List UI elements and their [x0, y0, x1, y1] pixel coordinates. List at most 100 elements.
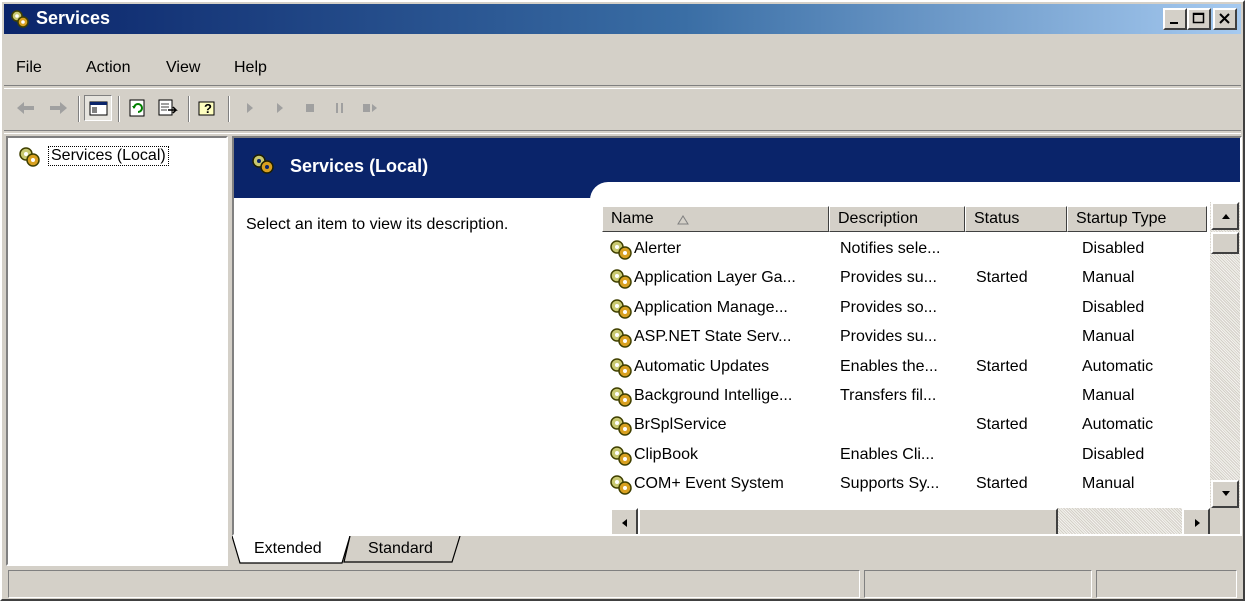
- back-button[interactable]: [12, 95, 40, 121]
- cell-name: Background Intellige...: [634, 387, 793, 404]
- toolbar-divider: [4, 130, 1241, 134]
- cell-description: Transfers fil...: [840, 387, 937, 404]
- toolbar: ?: [4, 90, 1241, 128]
- pause-service-button[interactable]: [326, 95, 354, 121]
- minimize-button[interactable]: [1163, 8, 1187, 30]
- cell-name: Alerter: [634, 240, 682, 257]
- start-service-icon: [247, 103, 253, 113]
- restart-service-icon: [363, 104, 377, 112]
- cell-startup-type: Automatic: [1082, 357, 1154, 375]
- tab-extended[interactable]: Extended: [240, 536, 340, 563]
- horizontal-scroll-thumb[interactable]: [638, 508, 1058, 534]
- menu-action[interactable]: Action: [86, 59, 130, 77]
- toolbar-separator: [188, 96, 190, 122]
- menu-view[interactable]: View: [166, 59, 200, 77]
- restart-service-button[interactable]: [356, 95, 384, 121]
- export-list-icon: [158, 99, 178, 116]
- start-service-button[interactable]: [266, 95, 294, 121]
- toolbar-separator: [78, 96, 80, 122]
- arrow-up-icon: [1222, 214, 1230, 219]
- toolbar-separator: [118, 96, 120, 122]
- service-row[interactable]: Automatic Updates Enables the... Started Au…: [602, 354, 1210, 383]
- forward-arrow-icon: [50, 102, 67, 114]
- cell-description: Enables Cli...: [840, 445, 935, 463]
- scroll-right-button[interactable]: [1182, 508, 1210, 534]
- menu-file[interactable]: File: [16, 59, 42, 77]
- refresh-icon: [129, 99, 145, 117]
- status-panel: [864, 570, 1092, 598]
- service-row[interactable]: Background Intellige... Transfers fil... M…: [602, 383, 1210, 412]
- pause-service-icon: [336, 103, 343, 113]
- service-gears-icon: [608, 268, 636, 295]
- stop-service-button[interactable]: [296, 95, 324, 121]
- column-header-name[interactable]: Name: [602, 206, 829, 232]
- help-button[interactable]: ?: [194, 95, 222, 121]
- vertical-scrollbar[interactable]: [1210, 202, 1240, 508]
- cell-startup-type: Manual: [1082, 475, 1135, 493]
- vertical-scroll-thumb[interactable]: [1211, 232, 1239, 254]
- gears-icon: [10, 9, 30, 29]
- tree-item-label: Services (Local): [48, 146, 169, 166]
- export-list-button[interactable]: [154, 95, 182, 121]
- title-bar[interactable]: Services: [4, 4, 1241, 34]
- service-row[interactable]: BrSplService Started Automatic: [602, 412, 1210, 441]
- start-service-icon: [277, 103, 283, 113]
- cell-startup-type: Disabled: [1082, 298, 1145, 316]
- show-hide-console-tree-button[interactable]: [84, 95, 112, 121]
- back-arrow-icon: [17, 102, 34, 114]
- service-row[interactable]: COM+ Event System Supports Sy... Started Ma…: [602, 471, 1210, 500]
- column-header-description[interactable]: Description: [829, 206, 965, 232]
- arrow-left-icon: [622, 519, 627, 527]
- service-gears-icon: [608, 386, 636, 413]
- cell-name: COM+ Event System: [634, 475, 784, 493]
- window-title: Services: [36, 8, 111, 28]
- service-row[interactable]: ASP.NET State Serv... Provides su... Manua…: [602, 324, 1210, 353]
- view-tabs: Extended Standard: [232, 536, 1242, 566]
- details-pane: Services (Local) Select an item to view …: [232, 136, 1242, 536]
- stop-service-icon: [306, 104, 314, 112]
- services-window: Services File Action View Help ? Service…: [0, 0, 1245, 601]
- description-prompt: Select an item to view its description.: [246, 216, 509, 233]
- scroll-left-button[interactable]: [610, 508, 638, 534]
- column-header-status[interactable]: Status: [965, 206, 1067, 232]
- cell-status: Started: [976, 416, 1028, 434]
- column-label: Description: [838, 210, 919, 227]
- tab-label: Standard: [368, 540, 433, 557]
- service-gears-icon: [608, 445, 636, 472]
- forward-button[interactable]: [44, 95, 72, 121]
- cell-name: Application Manage...: [634, 298, 788, 316]
- service-gears-icon: [608, 357, 636, 384]
- tab-label: Extended: [254, 540, 322, 557]
- maximize-button[interactable]: [1187, 8, 1211, 30]
- scroll-up-button[interactable]: [1211, 202, 1239, 230]
- service-row[interactable]: Application Layer Ga... Provides su... Sta…: [602, 265, 1210, 294]
- services-list: Name Description Status Startup Type Ale…: [602, 202, 1240, 534]
- service-gears-icon: [608, 474, 636, 501]
- column-header-startup-type[interactable]: Startup Type: [1067, 206, 1207, 232]
- gears-icon: [18, 146, 42, 173]
- refresh-button[interactable]: [124, 95, 152, 121]
- cell-description: Provides so...: [840, 298, 937, 316]
- start-service-button[interactable]: [236, 95, 264, 121]
- menu-help[interactable]: Help: [234, 59, 267, 77]
- help-icon: ?: [198, 101, 215, 116]
- service-row[interactable]: Application Manage... Provides so... Disab…: [602, 295, 1210, 324]
- close-button[interactable]: [1213, 8, 1237, 30]
- cell-startup-type: Automatic: [1082, 416, 1154, 434]
- status-panel: [8, 570, 860, 598]
- column-label: Name: [611, 210, 654, 227]
- column-label: Startup Type: [1076, 210, 1167, 227]
- tab-standard[interactable]: Standard: [350, 536, 454, 563]
- sort-ascending-icon: [677, 215, 689, 225]
- scrollbar-corner: [1210, 508, 1240, 534]
- horizontal-scrollbar[interactable]: [610, 508, 1210, 534]
- cell-name: ASP.NET State Serv...: [634, 328, 792, 346]
- service-row[interactable]: Alerter Notifies sele... Disabled: [602, 236, 1210, 265]
- scroll-down-button[interactable]: [1211, 480, 1239, 508]
- arrow-down-icon: [1222, 491, 1230, 496]
- cell-startup-type: Disabled: [1082, 240, 1145, 257]
- service-gears-icon: [608, 415, 636, 442]
- cell-name: ClipBook: [634, 445, 699, 463]
- service-row[interactable]: ClipBook Enables Cli... Disabled: [602, 442, 1210, 471]
- svg-text:?: ?: [204, 101, 212, 116]
